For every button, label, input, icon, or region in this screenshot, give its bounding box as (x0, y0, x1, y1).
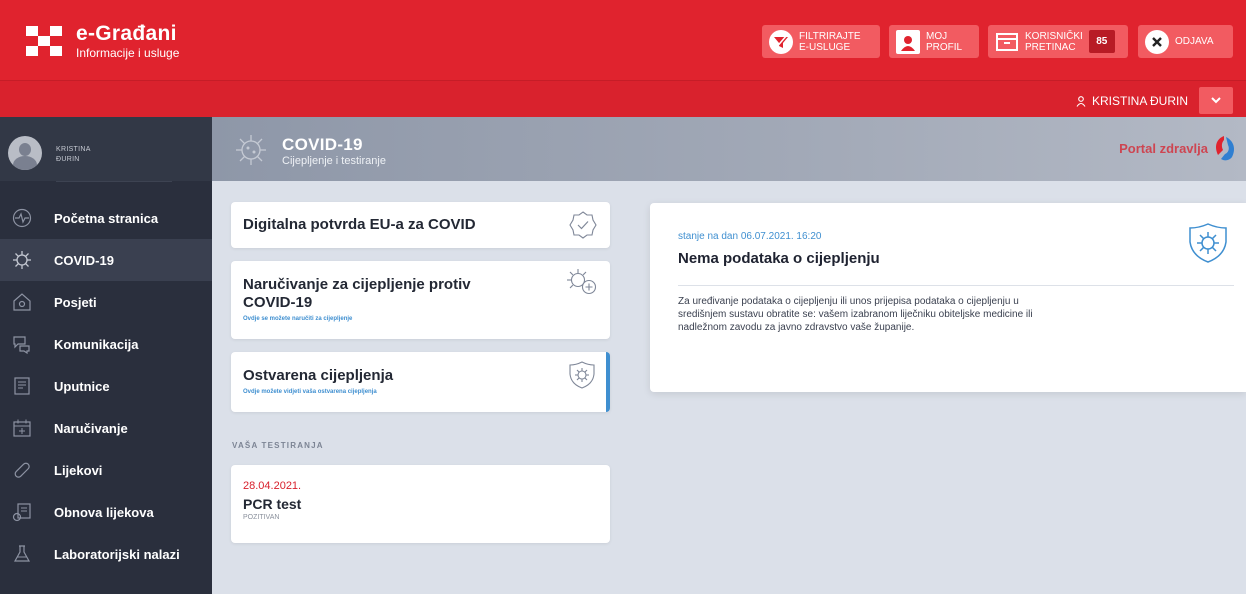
shield-virus-icon (1186, 221, 1230, 270)
page-subtitle: Cijepljenje i testiranje (282, 155, 386, 167)
sidebar-profile[interactable]: KRISTINA ĐURIN (0, 117, 212, 181)
virus-plus-icon (564, 267, 598, 302)
divider (678, 285, 1234, 286)
logout-button[interactable]: ODJAVA (1138, 25, 1233, 58)
virus-icon (12, 250, 32, 270)
inbox-count-badge: 85 (1088, 30, 1115, 53)
sidebar-item-label: Uputnice (54, 378, 110, 394)
inbox-icon (995, 30, 1019, 54)
document-icon (12, 376, 32, 396)
chat-icon (12, 334, 32, 354)
sidebar-item-label: COVID-19 (54, 252, 114, 268)
sidebar: KRISTINA ĐURIN Početna stranica COVID-19… (0, 117, 212, 594)
sidebar-item-narucivanje[interactable]: Naručivanje (0, 407, 212, 449)
flask-icon (12, 544, 32, 564)
user-bar: KRISTINA ĐURIN (0, 80, 1246, 117)
vaccination-booking-card[interactable]: Naručivanje za cijepljenje protiv COVID-… (231, 261, 610, 339)
portal-zdravlja-link[interactable]: Portal zdravlja (1119, 141, 1208, 156)
sidebar-item-obnova-lijekova[interactable]: Obnova lijekova (0, 491, 212, 533)
brand-title[interactable]: e-Građani (76, 22, 177, 46)
profile-last-name: ĐURIN (56, 156, 80, 163)
test-result-card[interactable]: 28.04.2021. PCR test POZITIVAN (231, 465, 610, 543)
filter-services-button[interactable]: FILTRIRAJTE E-USLUGE (762, 25, 880, 58)
sidebar-item-pocetna[interactable]: Početna stranica (0, 197, 212, 239)
sidebar-item-komunikacija[interactable]: Komunikacija (0, 323, 212, 365)
current-user-name: KRISTINA ĐURIN (1091, 94, 1188, 108)
profile-first-name: KRISTINA (56, 146, 91, 153)
page-header: COVID-19 Cijepljenje i testiranje Portal… (212, 117, 1246, 181)
profile-icon (896, 29, 920, 54)
sidebar-item-covid[interactable]: COVID-19 (0, 239, 212, 281)
my-profile-button[interactable]: MOJ PROFIL (889, 25, 979, 58)
card-description: Ovdje možete vidjeti vaša ostvarena cije… (243, 389, 377, 395)
avatar (8, 136, 42, 170)
sidebar-item-label: Početna stranica (54, 210, 159, 226)
sidebar-profile-name: KRISTINA ĐURIN (56, 145, 91, 165)
home-icon (12, 292, 32, 312)
logout-label: ODJAVA (1175, 36, 1214, 47)
prescription-icon (12, 502, 32, 522)
sidebar-item-laboratorijski-nalazi[interactable]: Laboratorijski nalazi (0, 533, 212, 575)
my-profile-label: MOJ PROFIL (926, 30, 963, 53)
sidebar-item-label: Laboratorijski nalazi (54, 546, 180, 562)
heartbeat-icon (12, 208, 32, 228)
sidebar-item-lijekovi[interactable]: Lijekovi (0, 449, 212, 491)
e-gradani-logo[interactable] (26, 26, 62, 56)
calendar-icon (12, 418, 32, 438)
user-icon (1076, 95, 1086, 107)
chevron-down-icon (1211, 97, 1221, 104)
card-description: Ovdje se možete naručiti za cijepljenje (243, 316, 353, 322)
test-name: PCR test (243, 496, 302, 512)
eu-covid-certificate-card[interactable]: Digitalna potvrda EU-a za COVID (231, 202, 610, 248)
portal-zdravlja-logo[interactable] (1210, 133, 1238, 168)
pill-icon (12, 460, 32, 480)
main-content: COVID-19 Cijepljenje i testiranje Portal… (212, 117, 1246, 594)
sidebar-nav: Početna stranica COVID-19 Posjeti Komuni… (0, 197, 212, 575)
sidebar-item-label: Naručivanje (54, 420, 128, 436)
certificate-badge-icon (568, 210, 598, 245)
status-date: stanje na dan 06.07.2021. 16:20 (678, 231, 822, 242)
shield-virus-icon (568, 360, 596, 395)
sidebar-item-posjeti[interactable]: Posjeti (0, 281, 212, 323)
sidebar-item-label: Obnova lijekova (54, 504, 154, 520)
filter-icon (769, 29, 793, 54)
vaccination-info-text: Za uređivanje podataka o cijepljenju ili… (678, 296, 1033, 333)
filter-services-label: FILTRIRAJTE E-USLUGE (799, 30, 861, 53)
brand-subtitle: Informacije i usluge (76, 46, 180, 60)
divider (56, 181, 172, 182)
sidebar-item-label: Posjeti (54, 294, 97, 310)
tests-section-label: VAŠA TESTIRANJA (232, 441, 324, 450)
card-title: Naručivanje za cijepljenje protiv COVID-… (243, 276, 471, 311)
virus-icon (234, 133, 268, 172)
card-title: Ostvarena cijepljenja (243, 367, 394, 384)
test-status: POZITIVAN (243, 514, 280, 521)
user-menu-dropdown[interactable] (1199, 87, 1233, 114)
vaccination-info-panel: stanje na dan 06.07.2021. 16:20 Nema pod… (650, 203, 1246, 392)
sidebar-item-label: Komunikacija (54, 336, 139, 352)
page-title: COVID-19 (282, 135, 363, 154)
user-inbox-button[interactable]: KORISNIČKI PRETINAC 85 (988, 25, 1128, 58)
user-inbox-label: KORISNIČKI PRETINAC (1025, 30, 1083, 53)
current-user[interactable]: KRISTINA ĐURIN (1076, 94, 1188, 108)
vaccination-status-title: Nema podataka o cijepljenju (678, 250, 880, 267)
sidebar-item-uputnice[interactable]: Uputnice (0, 365, 212, 407)
test-date: 28.04.2021. (243, 480, 302, 492)
close-icon (1145, 29, 1169, 54)
top-header: e-Građani Informacije i usluge FILTRIRAJ… (0, 0, 1246, 80)
card-title: Digitalna potvrda EU-a za COVID (243, 216, 476, 233)
completed-vaccinations-card[interactable]: Ostvarena cijepljenja Ovdje možete vidje… (231, 352, 610, 412)
sidebar-item-label: Lijekovi (54, 462, 103, 478)
